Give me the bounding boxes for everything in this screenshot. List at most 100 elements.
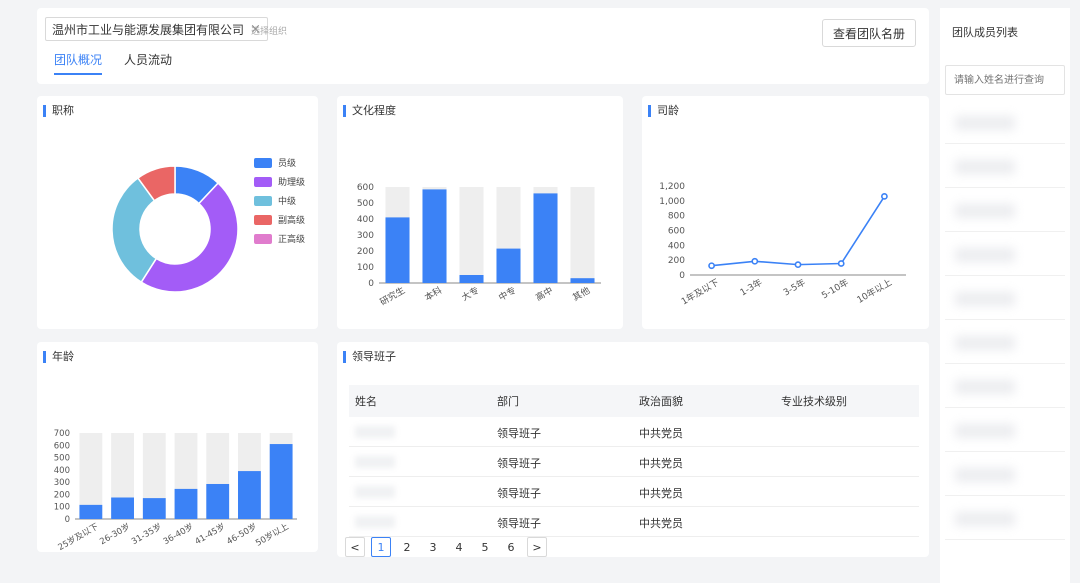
y-tick-label: 400 xyxy=(54,466,70,476)
blurred-member xyxy=(955,512,1015,526)
x-tick-label: 1年及以下 xyxy=(679,276,721,307)
x-tick-label: 41-45岁 xyxy=(193,521,227,547)
table-row[interactable]: 领导班子 中共党员 xyxy=(349,417,919,447)
department-cell: 领导班子 xyxy=(497,487,541,500)
data-point[interactable] xyxy=(794,261,802,269)
data-point[interactable] xyxy=(751,257,759,265)
panel-title: 团队成员列表 xyxy=(952,26,1018,39)
y-tick-label: 300 xyxy=(54,478,70,488)
bar[interactable] xyxy=(385,217,410,283)
tenure-card: 司龄 0 200 400 600 800 1,000 1,200 1年及以下 1-3年 3-5年 5… xyxy=(642,96,929,329)
member-list-item[interactable] xyxy=(945,148,1065,188)
bar[interactable] xyxy=(269,444,293,519)
y-tick-label: 100 xyxy=(357,263,374,273)
blurred-name xyxy=(355,516,395,528)
x-tick-label: 46-50岁 xyxy=(225,521,259,547)
legend-label: 副高级 xyxy=(278,216,306,226)
x-tick-label: 10年以上 xyxy=(855,276,894,306)
age-bar-chart: 0 100 200 300 400 500 600 700 25岁及以下26-30岁31-35岁… xyxy=(54,429,297,552)
member-list-item[interactable] xyxy=(945,368,1065,408)
column-header-party[interactable]: 政治面貌 xyxy=(639,393,683,409)
legend-item[interactable]: 中级 xyxy=(254,191,305,210)
tab-team-overview[interactable]: 团队概况 xyxy=(54,51,103,75)
legend-swatch xyxy=(254,233,272,244)
leadership-card: 领导班子 姓名 部门 政治面貌 专业技术级别 领导班子 中共党员 领导班子 中共… xyxy=(337,342,929,557)
legend-label: 助理级 xyxy=(278,178,306,188)
data-point[interactable] xyxy=(837,260,845,267)
org-selector-tag[interactable]: 温州市工业与能源发展集团有限公司 × xyxy=(45,17,268,41)
member-list-item[interactable] xyxy=(945,104,1065,144)
bar[interactable] xyxy=(570,278,595,283)
table-row[interactable]: 领导班子 中共党员 xyxy=(349,477,919,507)
page-button[interactable]: 5 xyxy=(475,537,495,557)
column-header-department[interactable]: 部门 xyxy=(497,393,519,409)
y-tick-label: 600 xyxy=(54,441,70,451)
blurred-name xyxy=(355,486,395,498)
legend-label: 正高级 xyxy=(278,235,306,245)
y-tick-label: 0 xyxy=(65,515,70,525)
table-row[interactable]: 领导班子 中共党员 xyxy=(349,447,919,477)
legend-swatch xyxy=(254,176,272,187)
y-tick-label: 400 xyxy=(668,241,685,251)
y-tick-label: 400 xyxy=(357,215,374,225)
bar[interactable] xyxy=(142,498,166,519)
bar[interactable] xyxy=(422,189,447,283)
bar[interactable] xyxy=(79,504,103,519)
party-cell: 中共党员 xyxy=(639,427,683,440)
page-button[interactable]: 2 xyxy=(397,537,417,557)
page-button[interactable]: 1 xyxy=(371,537,391,557)
member-search-input[interactable] xyxy=(945,65,1065,95)
blurred-member xyxy=(955,336,1015,350)
table-row[interactable]: 领导班子 中共党员 xyxy=(349,507,919,537)
data-point[interactable] xyxy=(708,262,715,270)
bar[interactable] xyxy=(238,471,261,519)
y-tick-label: 100 xyxy=(54,503,70,513)
blurred-member xyxy=(955,204,1015,218)
y-tick-label: 800 xyxy=(668,212,685,222)
org-select-hint[interactable]: 选择组织 xyxy=(251,24,287,37)
x-tick-label: 高中 xyxy=(533,284,555,303)
chart-legend: 员级 助理级 中级 副高级 正高级 xyxy=(254,153,305,248)
y-tick-label: 600 xyxy=(357,183,374,193)
member-list-item[interactable] xyxy=(945,324,1065,364)
x-tick-label: 研究生 xyxy=(378,284,407,308)
member-list-item[interactable] xyxy=(945,236,1065,276)
x-tick-label: 25岁及以下 xyxy=(56,521,101,552)
legend-item[interactable]: 助理级 xyxy=(254,172,305,191)
bar[interactable] xyxy=(174,488,198,519)
member-list-item[interactable] xyxy=(945,456,1065,496)
y-tick-label: 200 xyxy=(357,247,374,257)
bar[interactable] xyxy=(206,483,230,519)
member-list-item[interactable] xyxy=(945,192,1065,232)
legend-item[interactable]: 员级 xyxy=(254,153,305,172)
prev-page-button[interactable]: < xyxy=(345,537,365,557)
legend-item[interactable]: 正高级 xyxy=(254,229,305,248)
y-tick-label: 200 xyxy=(54,490,70,500)
member-list-item[interactable] xyxy=(945,280,1065,320)
data-point[interactable] xyxy=(880,192,888,200)
title-card: 职称 员级 助理级 中级 副高级 正高级 xyxy=(37,96,318,329)
column-header-tech-level[interactable]: 专业技术级别 xyxy=(781,393,847,409)
bar[interactable] xyxy=(496,248,521,283)
page-button[interactable]: 3 xyxy=(423,537,443,557)
x-tick-label: 31-35岁 xyxy=(130,521,164,547)
next-page-button[interactable]: > xyxy=(527,537,547,557)
page-button[interactable]: 6 xyxy=(501,537,521,557)
x-tick-label: 其他 xyxy=(570,284,592,303)
legend-item[interactable]: 副高级 xyxy=(254,210,305,229)
series-line xyxy=(711,195,886,267)
header-bar: 温州市工业与能源发展集团有限公司 × 选择组织 团队概况 人员流动 查看团队名册 xyxy=(37,8,929,84)
bar[interactable] xyxy=(111,497,134,520)
bar[interactable] xyxy=(533,193,558,283)
tab-personnel-flow[interactable]: 人员流动 xyxy=(124,51,172,75)
team-member-panel: 团队成员列表 xyxy=(940,8,1070,583)
member-list-item[interactable] xyxy=(945,412,1065,452)
member-list-item[interactable] xyxy=(945,500,1065,540)
view-roster-button[interactable]: 查看团队名册 xyxy=(821,19,916,47)
tenure-line-chart: 0 200 400 600 800 1,000 1,200 1年及以下 1-3年 3-5年 5-10… xyxy=(659,182,906,307)
column-header-name[interactable]: 姓名 xyxy=(355,393,377,409)
bar[interactable] xyxy=(459,275,484,283)
page-button[interactable]: 4 xyxy=(449,537,469,557)
department-cell: 领导班子 xyxy=(497,427,541,440)
y-tick-label: 200 xyxy=(668,256,685,266)
